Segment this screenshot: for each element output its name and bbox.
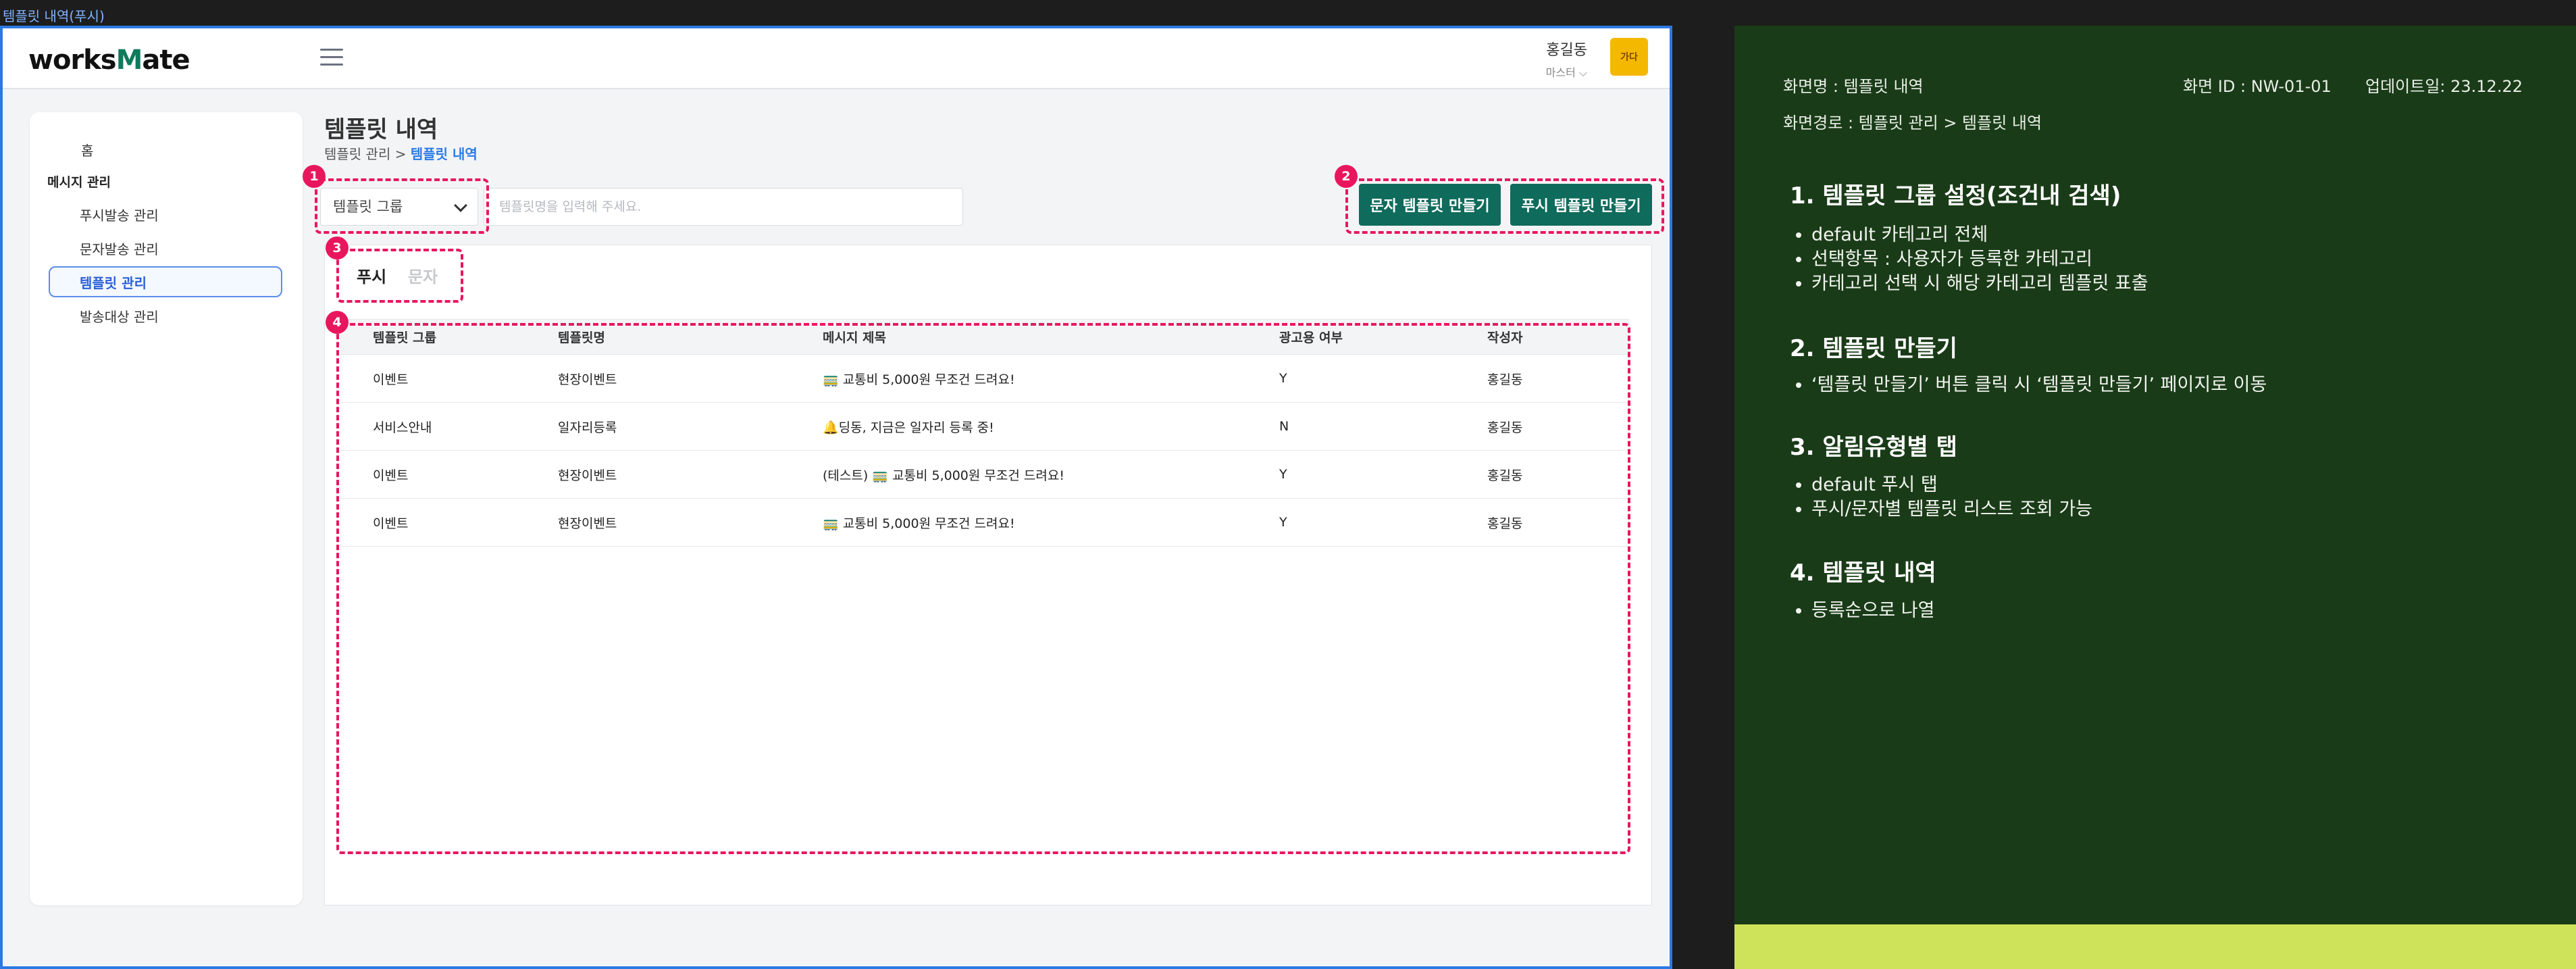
table-cell: 🔔딩동, 지금은 일자리 등록 중! <box>823 402 1279 451</box>
table-cell: Y <box>1279 498 1487 547</box>
user-name: 홍길동 <box>1546 42 1587 59</box>
breadcrumb: 템플릿 관리 > 템플릿 내역 <box>324 143 478 163</box>
user-role-dropdown[interactable]: 마스터 ⌵ <box>1546 64 1587 80</box>
table-row[interactable]: 이벤트 현장이벤트 🚃 교통비 5,000원 무조건 드려요! Y 홍길동 <box>340 354 1629 403</box>
table-row[interactable]: 서비스안내 일자리등록 🔔딩동, 지금은 일자리 등록 중! N 홍길동 <box>340 402 1629 451</box>
works-mate-logo[interactable]: worksMate <box>28 45 190 76</box>
table-cell: 현장이벤트 <box>558 450 823 499</box>
table-cell: 서비스안내 <box>340 402 558 451</box>
table-cell: Y <box>1279 354 1487 403</box>
spec-section-list: default 푸시 탭 푸시/문자별 템플릿 리스트 조회 가능 <box>1811 473 2092 522</box>
table-cell: Y <box>1279 450 1487 499</box>
user-avatar[interactable]: 가다 <box>1610 38 1648 76</box>
annotation-marker-4: 4 <box>326 311 349 334</box>
table-row[interactable]: 이벤트 현장이벤트 (테스트) 🚃 교통비 5,000원 무조건 드려요! Y … <box>340 450 1629 499</box>
sidebar: 홈 메시지 관리 푸시발송 관리 문자발송 관리 템플릿 관리 발송대상 관리 <box>30 112 303 905</box>
spec-item: default 푸시 탭 <box>1811 473 2092 497</box>
spec-section-title: 1. 템플릿 그룹 설정(조건내 검색) <box>1790 182 2121 209</box>
spec-item: default 카테고리 전체 <box>1811 223 2148 247</box>
chevron-down-icon <box>454 199 467 212</box>
table-cell: 현장이벤트 <box>558 498 823 547</box>
column-header: 광고용 여부 <box>1279 319 1487 355</box>
logo-text-post: ate <box>142 45 190 76</box>
table-cell: 홍길동 <box>1487 402 1629 451</box>
sidebar-item-template[interactable]: 템플릿 관리 <box>49 266 282 297</box>
table-cell: 홍길동 <box>1487 354 1629 403</box>
sidebar-item-home[interactable]: 홈 <box>30 135 303 166</box>
tab-push[interactable]: 푸시 <box>357 264 386 287</box>
top-bar: worksMate 홍길동 마스터 ⌵ 가다 <box>3 28 1670 89</box>
spec-item: 카테고리 선택 시 해당 카테고리 템플릿 표출 <box>1811 272 2148 296</box>
page-title: 템플릿 내역 <box>324 116 438 143</box>
table-cell: 이벤트 <box>340 354 558 403</box>
screen-path: 화면경로 : 템플릿 관리 > 템플릿 내역 <box>1783 114 2042 132</box>
spec-section-title: 4. 템플릿 내역 <box>1790 560 1936 587</box>
table-cell: 홍길동 <box>1487 498 1629 547</box>
breadcrumb-current: 템플릿 내역 <box>410 146 478 162</box>
spec-panel: 화면명 : 템플릿 내역 화면 ID : NW-01-01 업데이트일: 23.… <box>1734 26 2576 969</box>
column-header: 템플릿 그룹 <box>340 319 558 355</box>
table-cell: 현장이벤트 <box>558 354 823 403</box>
column-header: 템플릿명 <box>558 319 823 355</box>
user-info[interactable]: 홍길동 마스터 ⌵ <box>1546 38 1587 80</box>
table-cell: N <box>1279 402 1487 451</box>
template-group-select-value: 템플릿 그룹 <box>333 199 403 215</box>
hamburger-menu-icon[interactable] <box>320 49 343 69</box>
column-header: 작성자 <box>1487 319 1629 355</box>
frame-label: 템플릿 내역(푸시) <box>3 8 105 24</box>
spec-section-title: 2. 템플릿 만들기 <box>1790 335 1957 362</box>
tab-sms[interactable]: 문자 <box>408 264 438 287</box>
screen-name: 화면명 : 템플릿 내역 <box>1783 77 1924 96</box>
table-cell: 일자리등록 <box>558 402 823 451</box>
create-push-template-button[interactable]: 푸시 템플릿 만들기 <box>1510 184 1652 226</box>
table-cell: 🚃 교통비 5,000원 무조건 드려요! <box>823 498 1279 547</box>
table-cell: 🚃 교통비 5,000원 무조건 드려요! <box>823 354 1279 403</box>
table-cell: (테스트) 🚃 교통비 5,000원 무조건 드려요! <box>823 450 1279 499</box>
table-cell: 이벤트 <box>340 450 558 499</box>
spec-item: 선택항목 : 사용자가 등록한 카테고리 <box>1811 247 2148 272</box>
sidebar-item-push[interactable]: 푸시발송 관리 <box>49 199 282 230</box>
app-frame: worksMate 홍길동 마스터 ⌵ 가다 홈 메시지 관리 푸시발송 관리 … <box>0 26 1672 969</box>
spec-item: 푸시/문자별 템플릿 리스트 조회 가능 <box>1811 497 2092 522</box>
spec-section-list: ‘템플릿 만들기’ 버튼 클릭 시 ‘템플릿 만들기’ 페이지로 이동 <box>1811 373 2267 397</box>
sidebar-item-sms[interactable]: 문자발송 관리 <box>49 232 282 264</box>
annotation-marker-1: 1 <box>303 165 326 188</box>
table-cell: 홍길동 <box>1487 450 1629 499</box>
create-sms-template-button[interactable]: 문자 템플릿 만들기 <box>1359 184 1501 226</box>
screen-id: 화면 ID : NW-01-01 <box>2183 77 2332 96</box>
sidebar-section-message: 메시지 관리 <box>47 175 111 190</box>
table-header-row: 템플릿 그룹 템플릿명 메시지 제목 광고용 여부 작성자 <box>340 319 1629 355</box>
update-date: 업데이트일: 23.12.22 <box>2365 77 2523 96</box>
panel-footer-bar <box>1734 924 2576 969</box>
logo-text-pre: works <box>28 45 117 76</box>
spec-item: 등록순으로 나열 <box>1811 599 1934 623</box>
spec-section-list: 등록순으로 나열 <box>1811 599 1934 623</box>
template-table: 템플릿 그룹 템플릿명 메시지 제목 광고용 여부 작성자 이벤트 현장이벤트 … <box>340 319 1629 547</box>
spec-item: ‘템플릿 만들기’ 버튼 클릭 시 ‘템플릿 만들기’ 페이지로 이동 <box>1811 373 2267 397</box>
annotation-marker-2: 2 <box>1335 165 1358 188</box>
logo-text-m: M <box>115 45 143 76</box>
template-group-select[interactable]: 템플릿 그룹 <box>320 188 478 226</box>
sidebar-item-target[interactable]: 발송대상 관리 <box>49 300 282 331</box>
column-header: 메시지 제목 <box>823 319 1279 355</box>
table-cell: 이벤트 <box>340 498 558 547</box>
spec-section-title: 3. 알림유형별 탭 <box>1790 434 1957 461</box>
spec-section-list: default 카테고리 전체 선택항목 : 사용자가 등록한 카테고리 카테고… <box>1811 223 2148 296</box>
annotation-marker-3: 3 <box>326 237 349 259</box>
template-search-input[interactable] <box>484 188 963 226</box>
breadcrumb-parent[interactable]: 템플릿 관리 > <box>324 146 406 162</box>
table-row[interactable]: 이벤트 현장이벤트 🚃 교통비 5,000원 무조건 드려요! Y 홍길동 <box>340 498 1629 547</box>
